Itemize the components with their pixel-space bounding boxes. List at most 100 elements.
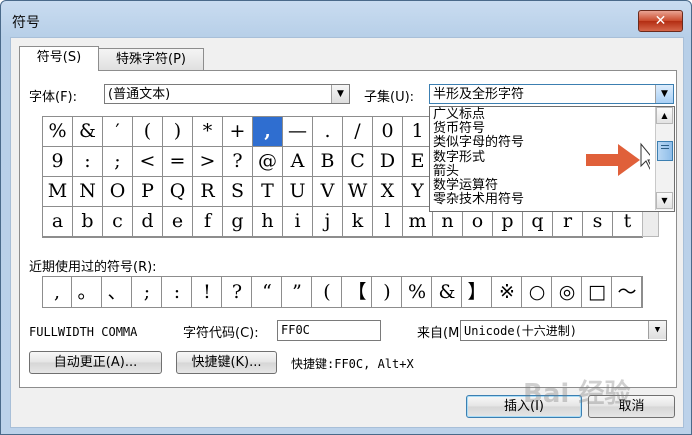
subset-select[interactable]: 半形及全形字符 ▼ [429, 84, 674, 104]
symbol-cell[interactable]: a [43, 207, 73, 237]
title-bar[interactable]: 符号 ✕ [1, 1, 691, 37]
symbol-cell[interactable]: f [193, 207, 223, 237]
subset-option[interactable]: 箭头 [433, 165, 459, 179]
symbol-cell[interactable]: % [43, 117, 73, 147]
subset-value: 半形及全形字符 [433, 87, 525, 102]
symbol-cell[interactable]: : [73, 147, 103, 177]
symbol-cell[interactable]: + [223, 117, 253, 147]
recent-symbol-cell[interactable]: & [433, 277, 462, 307]
font-label: 字体(F): [29, 90, 78, 105]
symbol-cell[interactable]: < [133, 147, 163, 177]
recent-symbol-cell[interactable]: ; [133, 277, 162, 307]
font-select[interactable]: (普通文本) ▼ [104, 84, 350, 104]
from-value: Unicode(十六进制) [464, 324, 578, 338]
from-select[interactable]: Unicode(十六进制) ▼ [460, 320, 667, 341]
recent-symbol-cell[interactable]: ( [313, 277, 342, 307]
symbol-cell[interactable]: g [223, 207, 253, 237]
symbol-cell[interactable]: e [163, 207, 193, 237]
symbols-panel: 字体(F): (普通文本) ▼ 子集(U): 半形及全形字符 ▼ % & ′() * +… [19, 70, 677, 388]
symbol-cell[interactable]: . [313, 117, 343, 147]
chevron-down-icon[interactable]: ▼ [655, 85, 673, 103]
subset-option[interactable]: 零杂技术用符号 [433, 193, 524, 207]
char-code-input[interactable]: FF0C [277, 320, 381, 341]
symbol-cell[interactable]: U [283, 177, 313, 207]
symbol-cell[interactable]: ′ [103, 117, 133, 147]
symbol-cell[interactable]: , [253, 117, 283, 147]
symbol-cell[interactable]: T [253, 177, 283, 207]
recent-symbol-cell[interactable]: , [43, 277, 72, 307]
symbol-cell[interactable]: ) [163, 117, 193, 147]
chevron-down-icon[interactable]: ▼ [331, 85, 349, 103]
subset-option[interactable]: 类似字母的符号 [433, 136, 524, 150]
symbol-cell[interactable]: * [193, 117, 223, 147]
recent-symbol-cell[interactable]: 】 [463, 277, 492, 307]
scroll-up-icon[interactable]: ▲ [656, 107, 673, 124]
symbol-cell[interactable]: l [373, 207, 403, 237]
annotation-arrow-icon [586, 142, 650, 176]
tab-special-characters[interactable]: 特殊字符(P) [98, 48, 204, 71]
recent-symbol-cell[interactable]: : [163, 277, 192, 307]
symbol-cell[interactable]: @ [253, 147, 283, 177]
symbol-cell[interactable]: W [343, 177, 373, 207]
symbol-cell[interactable]: ? [223, 147, 253, 177]
symbol-cell[interactable]: h [253, 207, 283, 237]
symbol-cell[interactable]: c [103, 207, 133, 237]
recent-symbol-cell[interactable]: % [403, 277, 432, 307]
subset-option[interactable]: 数字形式 [433, 151, 485, 165]
symbol-cell[interactable]: P [133, 177, 163, 207]
recent-symbol-cell[interactable]: ” [283, 277, 312, 307]
recent-symbol-cell[interactable]: ※ [493, 277, 522, 307]
shortcut-text: 快捷键:FF0C, Alt+X [291, 357, 414, 371]
tab-symbols[interactable]: 符号(S) [19, 46, 99, 71]
symbol-cell[interactable]: 9 [43, 147, 73, 177]
symbol-cell[interactable]: S [223, 177, 253, 207]
symbol-cell[interactable]: i [283, 207, 313, 237]
subset-option[interactable]: 数学运算符 [433, 179, 498, 193]
recent-symbol-cell[interactable]: □ [583, 277, 612, 307]
symbol-cell[interactable]: C [343, 147, 373, 177]
subset-option[interactable]: 广义标点 [433, 108, 485, 122]
recent-symbol-cell[interactable]: ! [193, 277, 222, 307]
symbol-cell[interactable]: j [313, 207, 343, 237]
symbol-cell[interactable]: R [193, 177, 223, 207]
scroll-thumb[interactable] [657, 141, 673, 161]
recent-symbols[interactable]: ,。、;:!? “”(【)% &】 ※ ○ ◎ □ ～ [42, 276, 643, 308]
symbol-cell[interactable]: k [343, 207, 373, 237]
symbol-cell[interactable]: 0 [373, 117, 403, 147]
symbol-cell[interactable]: X [373, 177, 403, 207]
recent-symbol-cell[interactable]: “ [253, 277, 282, 307]
recent-symbol-cell[interactable]: ～ [613, 277, 642, 307]
recent-symbol-cell[interactable]: 、 [103, 277, 132, 307]
chevron-down-icon[interactable]: ▼ [648, 321, 666, 339]
shortcut-key-button[interactable]: 快捷键(K)... [176, 351, 277, 374]
symbol-cell[interactable]: O [103, 177, 133, 207]
symbol-cell[interactable]: b [73, 207, 103, 237]
symbol-cell[interactable]: V [313, 177, 343, 207]
recent-symbol-cell[interactable]: ) [373, 277, 402, 307]
subset-option[interactable]: 货币符号 [433, 122, 485, 136]
recent-symbol-cell[interactable]: 【 [343, 277, 372, 307]
symbol-cell[interactable]: ; [103, 147, 133, 177]
symbol-cell[interactable]: D [373, 147, 403, 177]
symbol-cell[interactable]: / [343, 117, 373, 147]
symbol-cell[interactable]: N [73, 177, 103, 207]
recent-symbol-cell[interactable]: ◎ [553, 277, 582, 307]
symbol-cell[interactable]: = [163, 147, 193, 177]
character-name: FULLWIDTH COMMA [29, 325, 138, 339]
symbol-cell[interactable]: — [283, 117, 313, 147]
recent-symbol-cell[interactable]: 。 [73, 277, 102, 307]
symbol-cell[interactable]: B [313, 147, 343, 177]
dropdown-scrollbar[interactable]: ▲ ▼ [655, 107, 674, 210]
symbol-cell[interactable]: & [73, 117, 103, 147]
symbol-cell[interactable]: A [283, 147, 313, 177]
symbol-cell[interactable]: > [193, 147, 223, 177]
recent-symbol-cell[interactable]: ○ [523, 277, 552, 307]
symbol-cell[interactable]: Q [163, 177, 193, 207]
scroll-down-icon[interactable]: ▼ [656, 192, 673, 209]
close-button[interactable]: ✕ [638, 10, 683, 32]
autocorrect-button[interactable]: 自动更正(A)... [29, 351, 162, 374]
symbol-cell[interactable]: M [43, 177, 73, 207]
symbol-cell[interactable]: ( [133, 117, 163, 147]
recent-symbol-cell[interactable]: ? [223, 277, 252, 307]
symbol-cell[interactable]: d [133, 207, 163, 237]
